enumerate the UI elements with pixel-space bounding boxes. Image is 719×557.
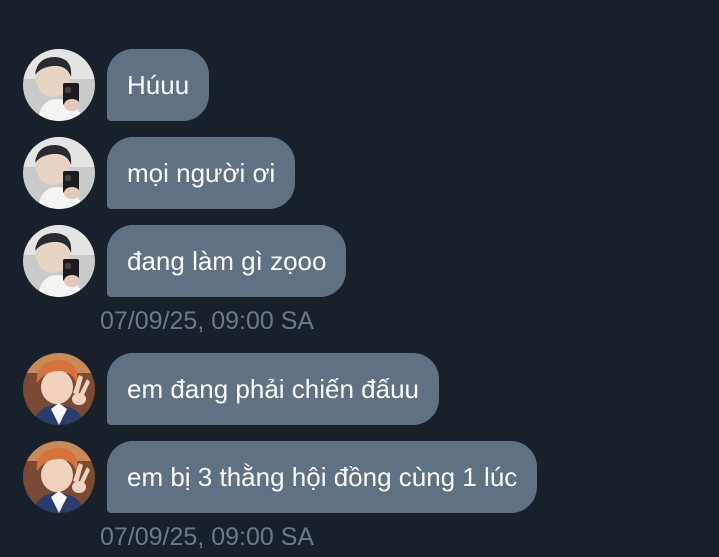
- message-row: đang làm gì zọoo: [23, 225, 347, 297]
- message-bubble[interactable]: đang làm gì zọoo: [107, 225, 347, 297]
- message-text: mọi người ơi: [127, 158, 276, 188]
- message-row: em đang phải chiến đấuu: [23, 353, 440, 425]
- avatar-dark-hair-selfie-icon[interactable]: [23, 49, 95, 121]
- message-text: em bị 3 thằng hội đồng cùng 1 lúc: [127, 462, 518, 492]
- chat-thread: Húuu mọi người ơi đang làm gì zọoo 07/09…: [0, 0, 719, 557]
- message-text: em đang phải chiến đấuu: [127, 374, 420, 404]
- message-row: mọi người ơi: [23, 137, 296, 209]
- message-bubble[interactable]: Húuu: [107, 49, 210, 121]
- message-timestamp: 07/09/25, 09:00 SA: [100, 307, 315, 335]
- message-text: Húuu: [127, 70, 190, 100]
- message-bubble[interactable]: mọi người ơi: [107, 137, 296, 209]
- avatar-dark-hair-selfie-icon[interactable]: [23, 137, 95, 209]
- avatar-dark-hair-selfie-icon[interactable]: [23, 225, 95, 297]
- message-bubble[interactable]: em bị 3 thằng hội đồng cùng 1 lúc: [107, 441, 538, 513]
- message-text: đang làm gì zọoo: [127, 246, 327, 276]
- message-row: em bị 3 thằng hội đồng cùng 1 lúc: [23, 441, 538, 513]
- message-bubble[interactable]: em đang phải chiến đấuu: [107, 353, 440, 425]
- message-row: Húuu: [23, 49, 210, 121]
- avatar-orange-hair-peace-sign-icon[interactable]: [23, 353, 95, 425]
- message-timestamp: 07/09/25, 09:00 SA: [100, 523, 315, 551]
- avatar-orange-hair-peace-sign-icon[interactable]: [23, 441, 95, 513]
